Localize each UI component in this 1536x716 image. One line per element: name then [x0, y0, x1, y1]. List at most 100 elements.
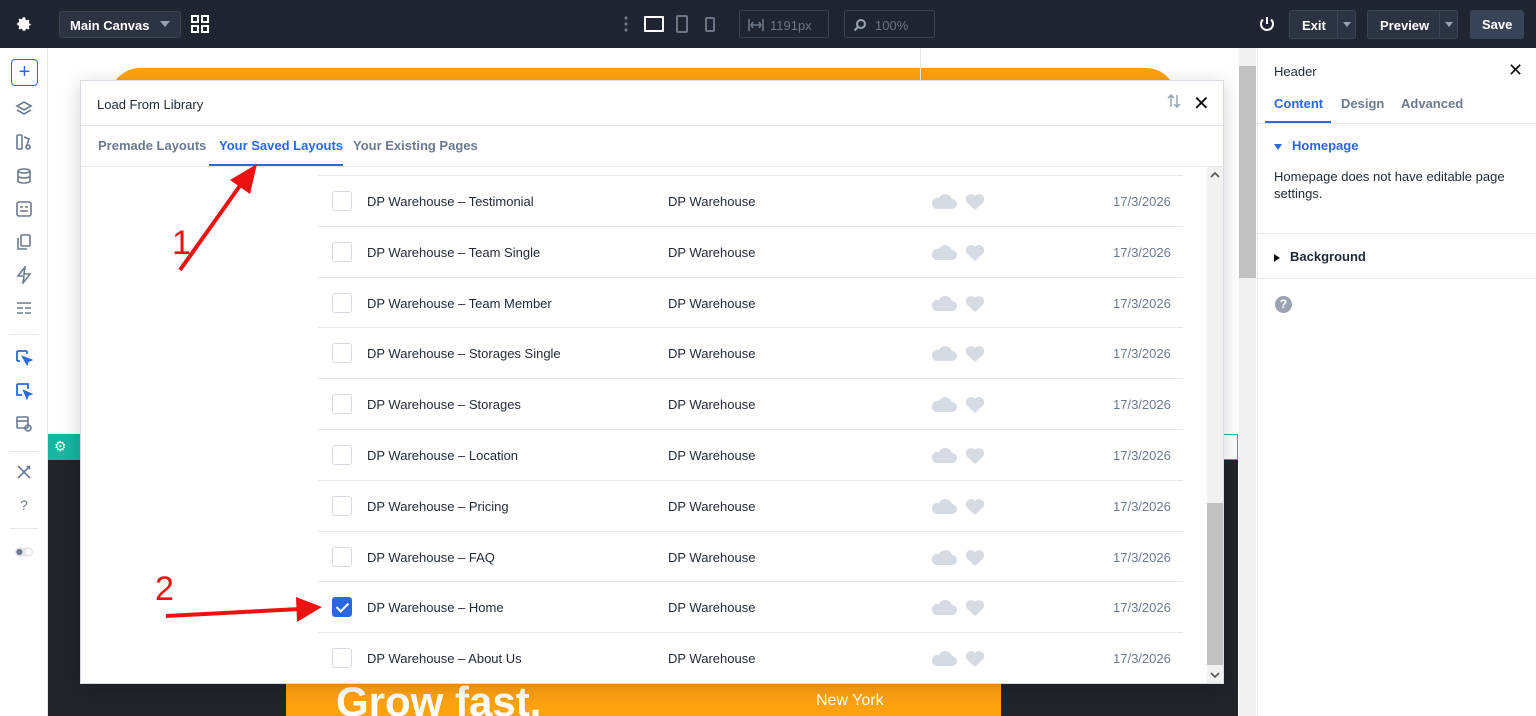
section-homepage-toggle[interactable]: Homepage [1274, 138, 1358, 153]
layout-checkbox[interactable] [332, 546, 352, 567]
heart-icon[interactable] [965, 651, 985, 668]
settings-gear-icon[interactable] [0, 0, 48, 48]
tab-your-saved-layouts[interactable]: Your Saved Layouts [219, 138, 343, 153]
add-element-plus-icon[interactable]: + [11, 59, 38, 86]
layout-row[interactable]: DP Warehouse – About Us DP Warehouse 17/3/… [317, 632, 1183, 683]
canvas-scrollbar[interactable] [1239, 48, 1256, 716]
layout-actions [929, 444, 987, 466]
cloud-icon[interactable] [931, 295, 957, 311]
modal-scrollbar-thumb[interactable] [1207, 503, 1223, 665]
layout-date: 17/3/2026 [1113, 498, 1171, 514]
heart-icon[interactable] [965, 295, 985, 312]
load-from-library-modal: Load From Library ✕ Premade Layouts Your… [80, 80, 1224, 684]
grid-view-icon[interactable] [191, 15, 209, 33]
phone-view-icon[interactable] [705, 17, 715, 32]
layout-checkbox[interactable] [332, 597, 352, 618]
layout-row[interactable]: DP Warehouse – Pricing DP Warehouse 17/3/2… [317, 479, 1183, 531]
layout-row[interactable]: DP Warehouse – Storages Single DP Warehou… [317, 327, 1183, 378]
preview-button-label: Preview [1380, 18, 1430, 33]
design-library-icon[interactable] [14, 132, 34, 152]
close-icon[interactable]: ✕ [1508, 60, 1523, 81]
heart-icon[interactable] [965, 194, 985, 210]
layout-checkbox[interactable] [332, 241, 352, 262]
heart-icon[interactable] [965, 448, 985, 464]
scroll-up-icon[interactable] [1210, 171, 1220, 179]
close-icon[interactable]: ✕ [1193, 91, 1210, 116]
power-icon[interactable] [1258, 15, 1276, 33]
heart-icon[interactable] [965, 498, 985, 515]
layout-row[interactable]: DP Warehouse – Location DP Warehouse 17/3/… [317, 429, 1183, 480]
rail-divider [10, 451, 38, 452]
cloud-icon[interactable] [931, 600, 957, 616]
layout-date: 17/3/2026 [1113, 244, 1171, 260]
layout-checkbox[interactable] [332, 394, 352, 415]
save-button[interactable]: Save [1470, 10, 1524, 39]
cloud-icon[interactable] [931, 651, 957, 667]
canvas-scrollbar-thumb[interactable] [1239, 66, 1256, 278]
tablet-view-icon[interactable] [676, 15, 688, 33]
tab-your-existing-pages[interactable]: Your Existing Pages [353, 138, 478, 153]
layout-row[interactable]: DP Warehouse – Team Member DP Warehouse 17… [317, 276, 1183, 328]
lightning-icon[interactable] [14, 265, 34, 285]
form-fields-icon[interactable] [14, 199, 34, 219]
layout-row[interactable]: DP Warehouse – Storages DP Warehouse 17/3/… [317, 378, 1183, 429]
cloud-icon[interactable] [931, 244, 957, 260]
toggle-switch-icon[interactable] [14, 542, 34, 562]
heart-icon[interactable] [965, 549, 985, 566]
layout-checkbox[interactable] [332, 445, 352, 465]
canvas-width-field[interactable]: 1191px [739, 10, 829, 38]
cloud-icon[interactable] [931, 498, 957, 514]
tab-content[interactable]: Content [1274, 96, 1323, 111]
layout-actions [929, 292, 987, 314]
layout-checkbox[interactable] [332, 191, 352, 211]
cloud-icon[interactable] [931, 549, 957, 565]
tab-advanced[interactable]: Advanced [1401, 96, 1463, 111]
zoom-field[interactable]: 100% [844, 10, 935, 38]
layout-checkbox[interactable] [332, 343, 352, 364]
layout-row[interactable]: DP Warehouse – Home DP Warehouse 17/3/2026 [317, 581, 1183, 632]
layout-templates-icon[interactable] [14, 298, 34, 318]
preview-button[interactable]: Preview [1367, 10, 1458, 39]
canvas-selector[interactable]: Main Canvas [59, 11, 181, 38]
cloud-icon[interactable] [931, 346, 957, 362]
annotation-number-2: 2 [155, 570, 174, 608]
hero-location: New York [816, 692, 884, 709]
cloud-icon[interactable] [931, 448, 957, 463]
scroll-down-icon[interactable] [1210, 671, 1220, 679]
heart-icon[interactable] [965, 244, 985, 261]
database-icon[interactable] [14, 166, 34, 186]
layout-row[interactable]: DP Warehouse – FAQ DP Warehouse 17/3/2026 [317, 530, 1183, 582]
layers-icon[interactable] [14, 99, 34, 119]
exit-button-label: Exit [1302, 18, 1326, 33]
layout-name: DP Warehouse – Team Member [367, 295, 552, 311]
pages-copy-icon[interactable] [14, 232, 34, 252]
layout-checkbox[interactable] [332, 495, 352, 516]
layout-date: 17/3/2026 [1113, 448, 1171, 463]
exit-options-dropdown[interactable] [1337, 11, 1355, 38]
modal-scrollbar[interactable] [1207, 167, 1223, 683]
help-circle-icon[interactable]: ? [1275, 296, 1292, 313]
cloud-icon[interactable] [931, 397, 957, 413]
tab-design[interactable]: Design [1341, 96, 1384, 111]
layout-checkbox[interactable] [332, 292, 352, 313]
select-element-icon[interactable] [14, 348, 34, 368]
exit-button[interactable]: Exit [1289, 10, 1356, 39]
preview-layout-icon[interactable] [14, 414, 34, 434]
desktop-view-icon[interactable] [644, 16, 664, 32]
layout-category: DP Warehouse [668, 346, 756, 362]
sort-icon[interactable] [1167, 93, 1181, 111]
cloud-icon[interactable] [931, 194, 957, 209]
layout-checkbox[interactable] [332, 648, 352, 669]
section-background-toggle[interactable]: Background [1274, 249, 1366, 264]
help-question-icon[interactable]: ? [14, 495, 34, 515]
tab-premade-layouts[interactable]: Premade Layouts [98, 138, 206, 153]
tools-icon[interactable] [14, 462, 34, 482]
more-vertical-icon[interactable] [623, 15, 629, 33]
layout-row[interactable]: DP Warehouse – Team Single DP Warehouse 17… [317, 225, 1183, 277]
heart-icon[interactable] [965, 397, 985, 414]
multi-select-icon[interactable] [14, 381, 34, 401]
layout-row[interactable]: DP Warehouse – Testimonial DP Warehouse 17… [317, 175, 1183, 226]
preview-options-dropdown[interactable] [1439, 11, 1457, 38]
heart-icon[interactable] [965, 346, 985, 363]
heart-icon[interactable] [965, 600, 985, 617]
